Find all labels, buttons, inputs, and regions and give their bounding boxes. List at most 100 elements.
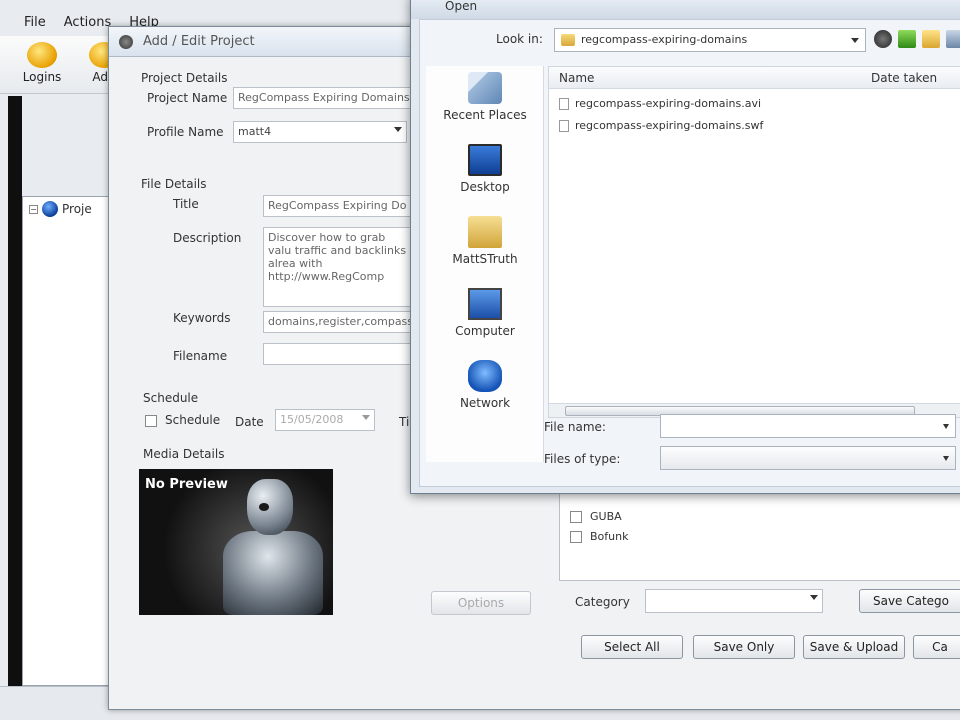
globe-icon	[42, 201, 58, 217]
tree-node-projects[interactable]: − Proje	[29, 201, 92, 217]
file-item-label: regcompass-expiring-domains.swf	[575, 119, 764, 132]
keywords-input[interactable]: domains,register,compass	[263, 311, 413, 333]
place-user-folder[interactable]: MattSTruth	[426, 216, 544, 266]
chevron-down-icon	[810, 595, 818, 600]
places-bar: Recent Places Desktop MattSTruth Compute…	[426, 66, 544, 462]
tree-expand-icon[interactable]: −	[29, 204, 38, 214]
computer-icon	[468, 288, 502, 320]
category-item-label: GUBA	[590, 510, 622, 523]
date-label: Date	[235, 415, 264, 429]
media-preview: No Preview	[139, 469, 333, 615]
file-item-label: regcompass-expiring-domains.avi	[575, 97, 762, 110]
place-network[interactable]: Network	[426, 360, 544, 410]
time-label: Ti	[399, 415, 410, 429]
category-item-guba[interactable]: GUBA	[570, 510, 622, 523]
category-label: Category	[575, 595, 630, 609]
description-label: Description	[173, 231, 242, 245]
open-dialog-body: Look in: regcompass-expiring-domains Rec…	[419, 19, 960, 487]
filename-label: Filename	[173, 349, 228, 363]
keywords-label: Keywords	[173, 311, 231, 325]
category-checkbox[interactable]	[570, 510, 582, 523]
no-preview-label: No Preview	[145, 477, 228, 492]
title-label: Title	[173, 197, 199, 211]
date-picker[interactable]: 15/05/2008	[275, 409, 375, 431]
file-item[interactable]: regcompass-expiring-domains.avi	[559, 97, 761, 110]
video-file-icon	[559, 97, 569, 110]
folder-icon	[561, 34, 575, 46]
category-list[interactable]: GUBA Bofunk	[559, 479, 960, 581]
chevron-down-icon	[943, 424, 949, 429]
recent-places-icon	[468, 72, 502, 104]
place-computer[interactable]: Computer	[426, 288, 544, 338]
left-dark-panel	[8, 96, 22, 696]
user-folder-icon	[468, 216, 502, 248]
robot-body-image	[223, 531, 323, 615]
chevron-down-icon	[943, 456, 949, 461]
category-item-bofunk[interactable]: Bofunk	[570, 530, 628, 543]
place-desktop[interactable]: Desktop	[426, 144, 544, 194]
robot-head-image	[247, 479, 293, 535]
view-menu-icon[interactable]	[946, 30, 960, 48]
chevron-down-icon	[362, 415, 370, 420]
date-value: 15/05/2008	[280, 413, 344, 426]
column-name[interactable]: Name	[559, 71, 594, 85]
filename-input[interactable]	[263, 343, 413, 365]
options-button[interactable]: Options	[431, 591, 531, 615]
open-dialog-titlebar[interactable]: Open	[411, 0, 960, 19]
place-label: Computer	[455, 324, 515, 338]
save-upload-button[interactable]: Save & Upload	[803, 635, 905, 659]
project-tree[interactable]: − Proje	[22, 196, 110, 686]
project-details-group: Project Details	[141, 71, 228, 85]
select-all-button[interactable]: Select All	[581, 635, 683, 659]
category-item-label: Bofunk	[590, 530, 629, 543]
chevron-down-icon	[394, 127, 402, 132]
open-dialog-title: Open	[445, 0, 478, 13]
schedule-checkbox[interactable]	[145, 415, 157, 427]
category-select[interactable]	[645, 589, 823, 613]
up-folder-icon[interactable]	[898, 30, 916, 48]
description-textarea[interactable]: Discover how to grab valu traffic and ba…	[263, 227, 413, 307]
files-of-type-label: Files of type:	[544, 452, 621, 466]
place-label: Desktop	[460, 180, 510, 194]
file-name-input[interactable]	[660, 414, 956, 438]
file-name-label: File name:	[544, 420, 606, 434]
look-in-select[interactable]: regcompass-expiring-domains	[554, 28, 866, 52]
logins-icon	[27, 42, 57, 68]
profile-name-value: matt4	[238, 125, 272, 138]
title-input[interactable]: RegCompass Expiring Do	[263, 195, 413, 217]
app-icon	[119, 35, 133, 49]
flash-file-icon	[559, 119, 569, 132]
place-label: Recent Places	[443, 108, 527, 122]
place-label: MattSTruth	[452, 252, 518, 266]
save-only-button[interactable]: Save Only	[693, 635, 795, 659]
column-date-taken[interactable]: Date taken	[871, 71, 937, 85]
profile-name-select[interactable]: matt4	[233, 121, 407, 143]
profile-name-label: Profile Name	[147, 125, 224, 139]
category-checkbox[interactable]	[570, 530, 582, 543]
schedule-group: Schedule	[143, 391, 199, 405]
file-details-group: File Details	[141, 177, 207, 191]
open-file-dialog: Open Look in: regcompass-expiring-domain…	[410, 0, 960, 494]
look-in-label: Look in:	[496, 32, 543, 46]
edit-dialog-title: Add / Edit Project	[143, 34, 255, 49]
cancel-button[interactable]: Ca	[913, 635, 960, 659]
logins-button[interactable]: Logins	[14, 40, 70, 92]
place-recent-places[interactable]: Recent Places	[426, 72, 544, 122]
menu-actions[interactable]: Actions	[64, 15, 112, 30]
back-icon[interactable]	[874, 30, 892, 48]
save-category-button[interactable]: Save Catego	[859, 589, 960, 613]
desktop-icon	[468, 144, 502, 176]
menu-file[interactable]: File	[24, 15, 46, 30]
file-list-header: Name Date taken	[549, 67, 960, 89]
robot-eye-image	[259, 503, 269, 511]
file-item[interactable]: regcompass-expiring-domains.swf	[559, 119, 763, 132]
tree-node-label: Proje	[62, 202, 92, 216]
schedule-checkbox-label: Schedule	[165, 413, 221, 427]
logins-label: Logins	[22, 70, 62, 84]
project-name-label: Project Name	[147, 91, 228, 105]
new-folder-icon[interactable]	[922, 30, 940, 48]
files-of-type-select[interactable]	[660, 446, 956, 470]
place-label: Network	[459, 396, 511, 410]
project-name-input[interactable]: RegCompass Expiring Domains	[233, 87, 413, 109]
file-list[interactable]: Name Date taken regcompass-expiring-doma…	[548, 66, 960, 418]
